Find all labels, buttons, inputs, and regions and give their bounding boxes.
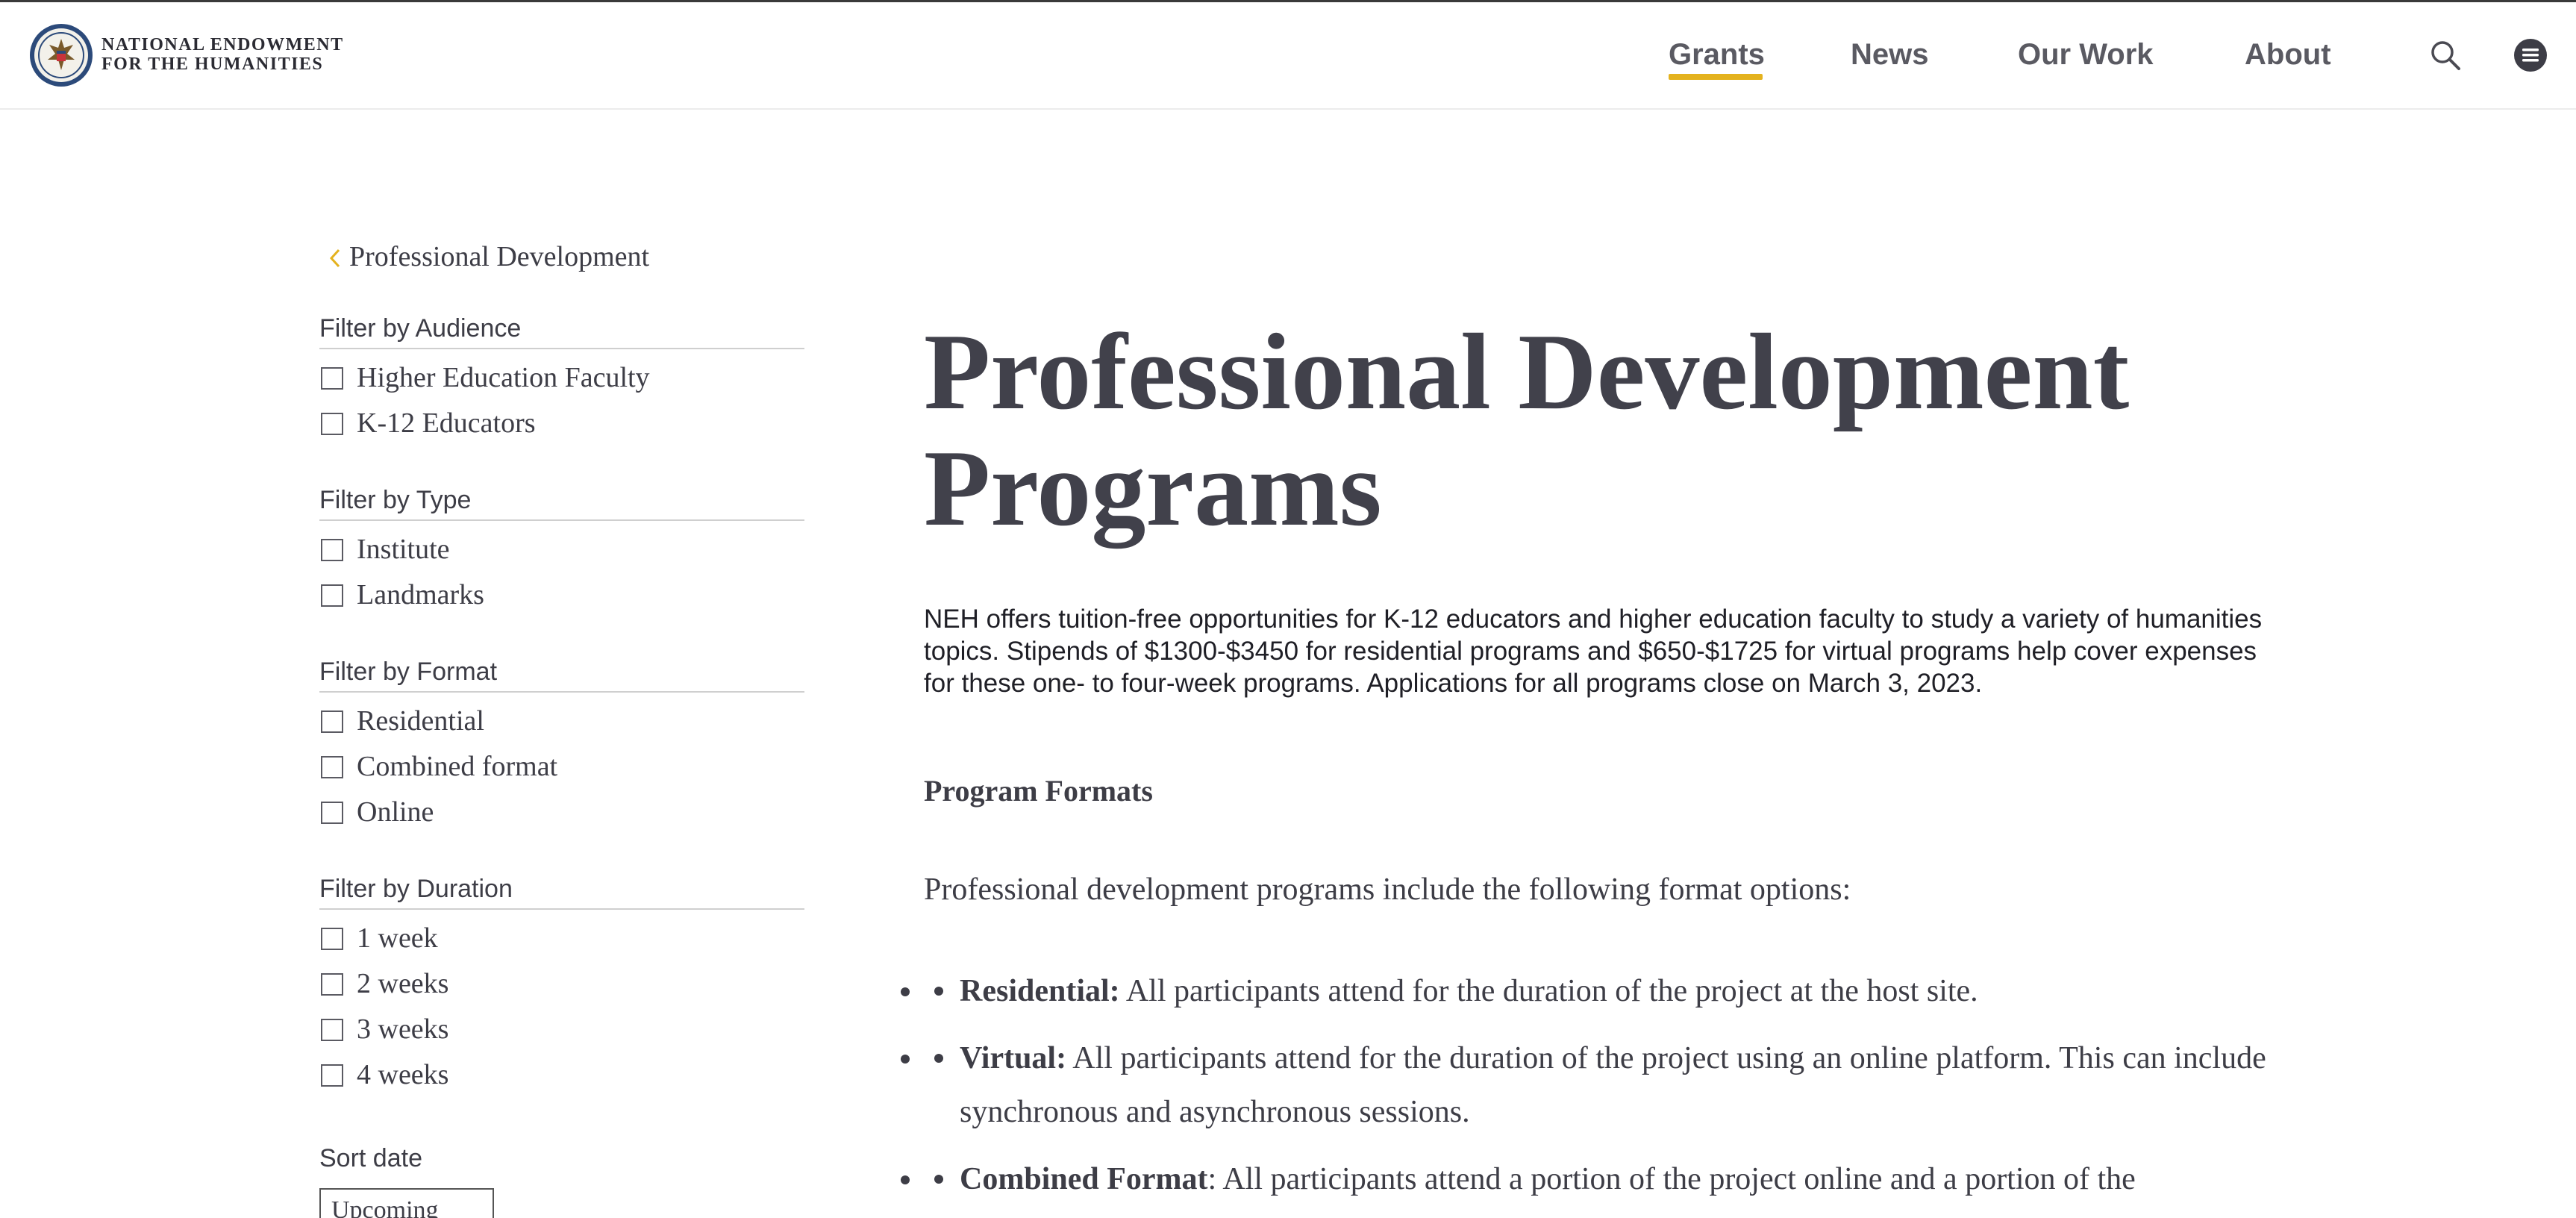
page-title-line-2: Programs: [924, 428, 1382, 549]
checkbox[interactable]: [321, 973, 343, 996]
checkbox[interactable]: [321, 584, 343, 607]
search-icon[interactable]: [2428, 38, 2463, 72]
checkbox[interactable]: [321, 413, 343, 435]
filter-option-label: 2 weeks: [357, 968, 449, 999]
checkbox[interactable]: [321, 928, 343, 950]
filter-option-label: Higher Education Faculty: [357, 362, 650, 393]
checkbox[interactable]: [321, 539, 343, 561]
filter-option-label: K-12 Educators: [357, 407, 536, 439]
menu-icon[interactable]: [2513, 38, 2548, 72]
list-item-text: : All participants attend a portion of t…: [1207, 1162, 2136, 1196]
page-title: Professional Development Programs: [924, 313, 2416, 546]
filter-option-label: Landmarks: [357, 579, 484, 610]
filter-option-label: 3 weeks: [357, 1014, 449, 1045]
nav-about[interactable]: About: [2245, 36, 2331, 73]
filter-option-label: 4 weeks: [357, 1059, 449, 1090]
page-title-line-1: Professional Development: [924, 311, 2130, 432]
filter-heading-audience: Filter by Audience: [319, 312, 804, 349]
filter-option-label: Institute: [357, 534, 450, 565]
chevron-left-icon[interactable]: [328, 248, 342, 269]
intro-paragraph: NEH offers tuition-free opportunities fo…: [924, 605, 2263, 698]
checkbox[interactable]: [321, 1019, 343, 1041]
nav-active-underline: [1669, 74, 1763, 80]
site-header: NATIONAL ENDOWMENT FOR THE HUMANITIES Gr…: [0, 2, 2576, 110]
filter-heading-format: Filter by Format: [319, 655, 804, 693]
filter-option-label: Combined format: [357, 751, 558, 782]
nav-our-work[interactable]: Our Work: [2018, 36, 2154, 73]
sort-date-select[interactable]: Upcoming: [319, 1188, 494, 1218]
list-item-text: All participants attend for the duration…: [960, 1041, 2266, 1129]
filter-option-label: Residential: [357, 705, 484, 737]
back-link-professional-development[interactable]: Professional Development: [349, 239, 649, 275]
list-item-residential: Residential: All participants attend for…: [924, 964, 2282, 1018]
list-item-term: Residential:: [960, 974, 1120, 1008]
list-item-virtual: Virtual: All participants attend for the…: [924, 1031, 2282, 1139]
nav-news[interactable]: News: [1851, 36, 1929, 73]
format-options-list: Residential: All participants attend for…: [924, 964, 2282, 1218]
filter-option-label: Online: [357, 796, 434, 828]
checkbox[interactable]: [321, 756, 343, 778]
program-formats-heading: Program Formats: [924, 774, 1153, 808]
main-nav: Grants News Our Work About: [0, 2, 2576, 108]
list-item-term: Virtual:: [960, 1041, 1067, 1075]
checkbox[interactable]: [321, 710, 343, 733]
list-item-text: All participants attend for the duration…: [1119, 974, 1978, 1008]
checkbox[interactable]: [321, 1064, 343, 1087]
list-item-term: Combined Format: [960, 1162, 1208, 1196]
formats-intro-paragraph: Professional development programs includ…: [924, 872, 1851, 907]
sort-date-label: Sort date: [319, 1144, 422, 1172]
filter-heading-type: Filter by Type: [319, 484, 804, 521]
filter-option-label: 1 week: [357, 922, 438, 954]
nav-grants[interactable]: Grants: [1669, 36, 1765, 73]
checkbox[interactable]: [321, 802, 343, 824]
list-item-combined-format: Combined Format: All participants attend…: [924, 1152, 2282, 1206]
filter-heading-duration: Filter by Duration: [319, 872, 804, 910]
checkbox[interactable]: [321, 367, 343, 390]
